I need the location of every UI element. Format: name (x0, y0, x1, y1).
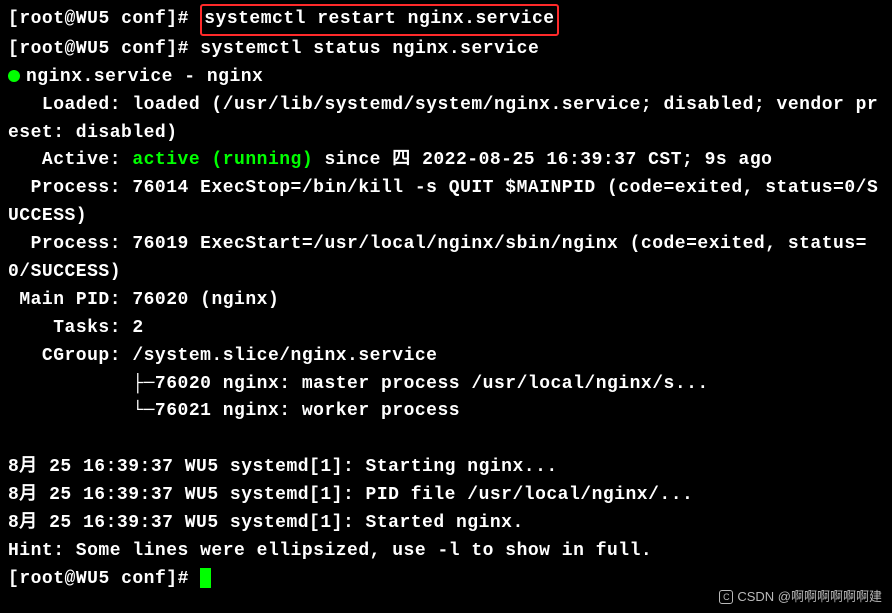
unit-name: nginx.service (26, 67, 173, 87)
status-active: Active: active (running) since 四 2022-08… (8, 147, 884, 175)
command-text: systemctl restart nginx.service (204, 9, 554, 29)
prompt-dir: conf (121, 569, 166, 589)
cgroup-child: ├─76020 nginx: master process /usr/local… (8, 371, 884, 399)
status-header: nginx.service - nginx (8, 64, 884, 92)
status-process: Process: 76019 ExecStart=/usr/local/ngin… (8, 231, 884, 287)
highlighted-command: systemctl restart nginx.service (200, 4, 558, 36)
active-suffix: since 四 2022-08-25 16:39:37 CST; 9s ago (313, 150, 772, 170)
prompt-dir: conf (121, 39, 166, 59)
csdn-logo-icon: C (719, 590, 733, 604)
active-state: active (running) (132, 150, 313, 170)
log-line: 8月 25 16:39:37 WU5 systemd[1]: Started n… (8, 510, 884, 538)
log-line: 8月 25 16:39:37 WU5 systemd[1]: Starting … (8, 454, 884, 482)
watermark: C CSDN @啊啊啊啊啊啊建 (719, 587, 882, 607)
prompt-symbol: # (178, 9, 189, 29)
status-loaded: Loaded: loaded (/usr/lib/systemd/system/… (8, 92, 884, 148)
status-process: Process: 76014 ExecStop=/bin/kill -s QUI… (8, 175, 884, 231)
prompt-symbol: # (178, 39, 189, 59)
active-prefix: Active: (8, 150, 132, 170)
prompt-host: WU5 (76, 39, 110, 59)
blank-line (8, 426, 884, 454)
prompt-host: WU5 (76, 569, 110, 589)
prompt-user: root (19, 39, 64, 59)
status-cgroup: CGroup: /system.slice/nginx.service (8, 343, 884, 371)
terminal-line: [root@WU5 conf]# systemctl status nginx.… (8, 36, 884, 64)
prompt-host: WU5 (76, 9, 110, 29)
log-line: 8月 25 16:39:37 WU5 systemd[1]: PID file … (8, 482, 884, 510)
command-text: systemctl status nginx.service (200, 39, 539, 59)
log-hint: Hint: Some lines were ellipsized, use -l… (8, 538, 884, 566)
terminal-line: [root@WU5 conf]# systemctl restart nginx… (8, 4, 884, 36)
status-main-pid: Main PID: 76020 (nginx) (8, 287, 884, 315)
cursor-icon (200, 568, 211, 588)
prompt-user: root (19, 569, 64, 589)
status-tasks: Tasks: 2 (8, 315, 884, 343)
prompt-symbol: # (178, 569, 189, 589)
watermark-text: CSDN @啊啊啊啊啊啊建 (737, 589, 882, 604)
status-active-dot-icon (8, 70, 20, 82)
prompt-dir: conf (121, 9, 166, 29)
cgroup-child: └─76021 nginx: worker process (8, 398, 884, 426)
unit-desc: nginx (207, 67, 264, 87)
prompt-user: root (19, 9, 64, 29)
